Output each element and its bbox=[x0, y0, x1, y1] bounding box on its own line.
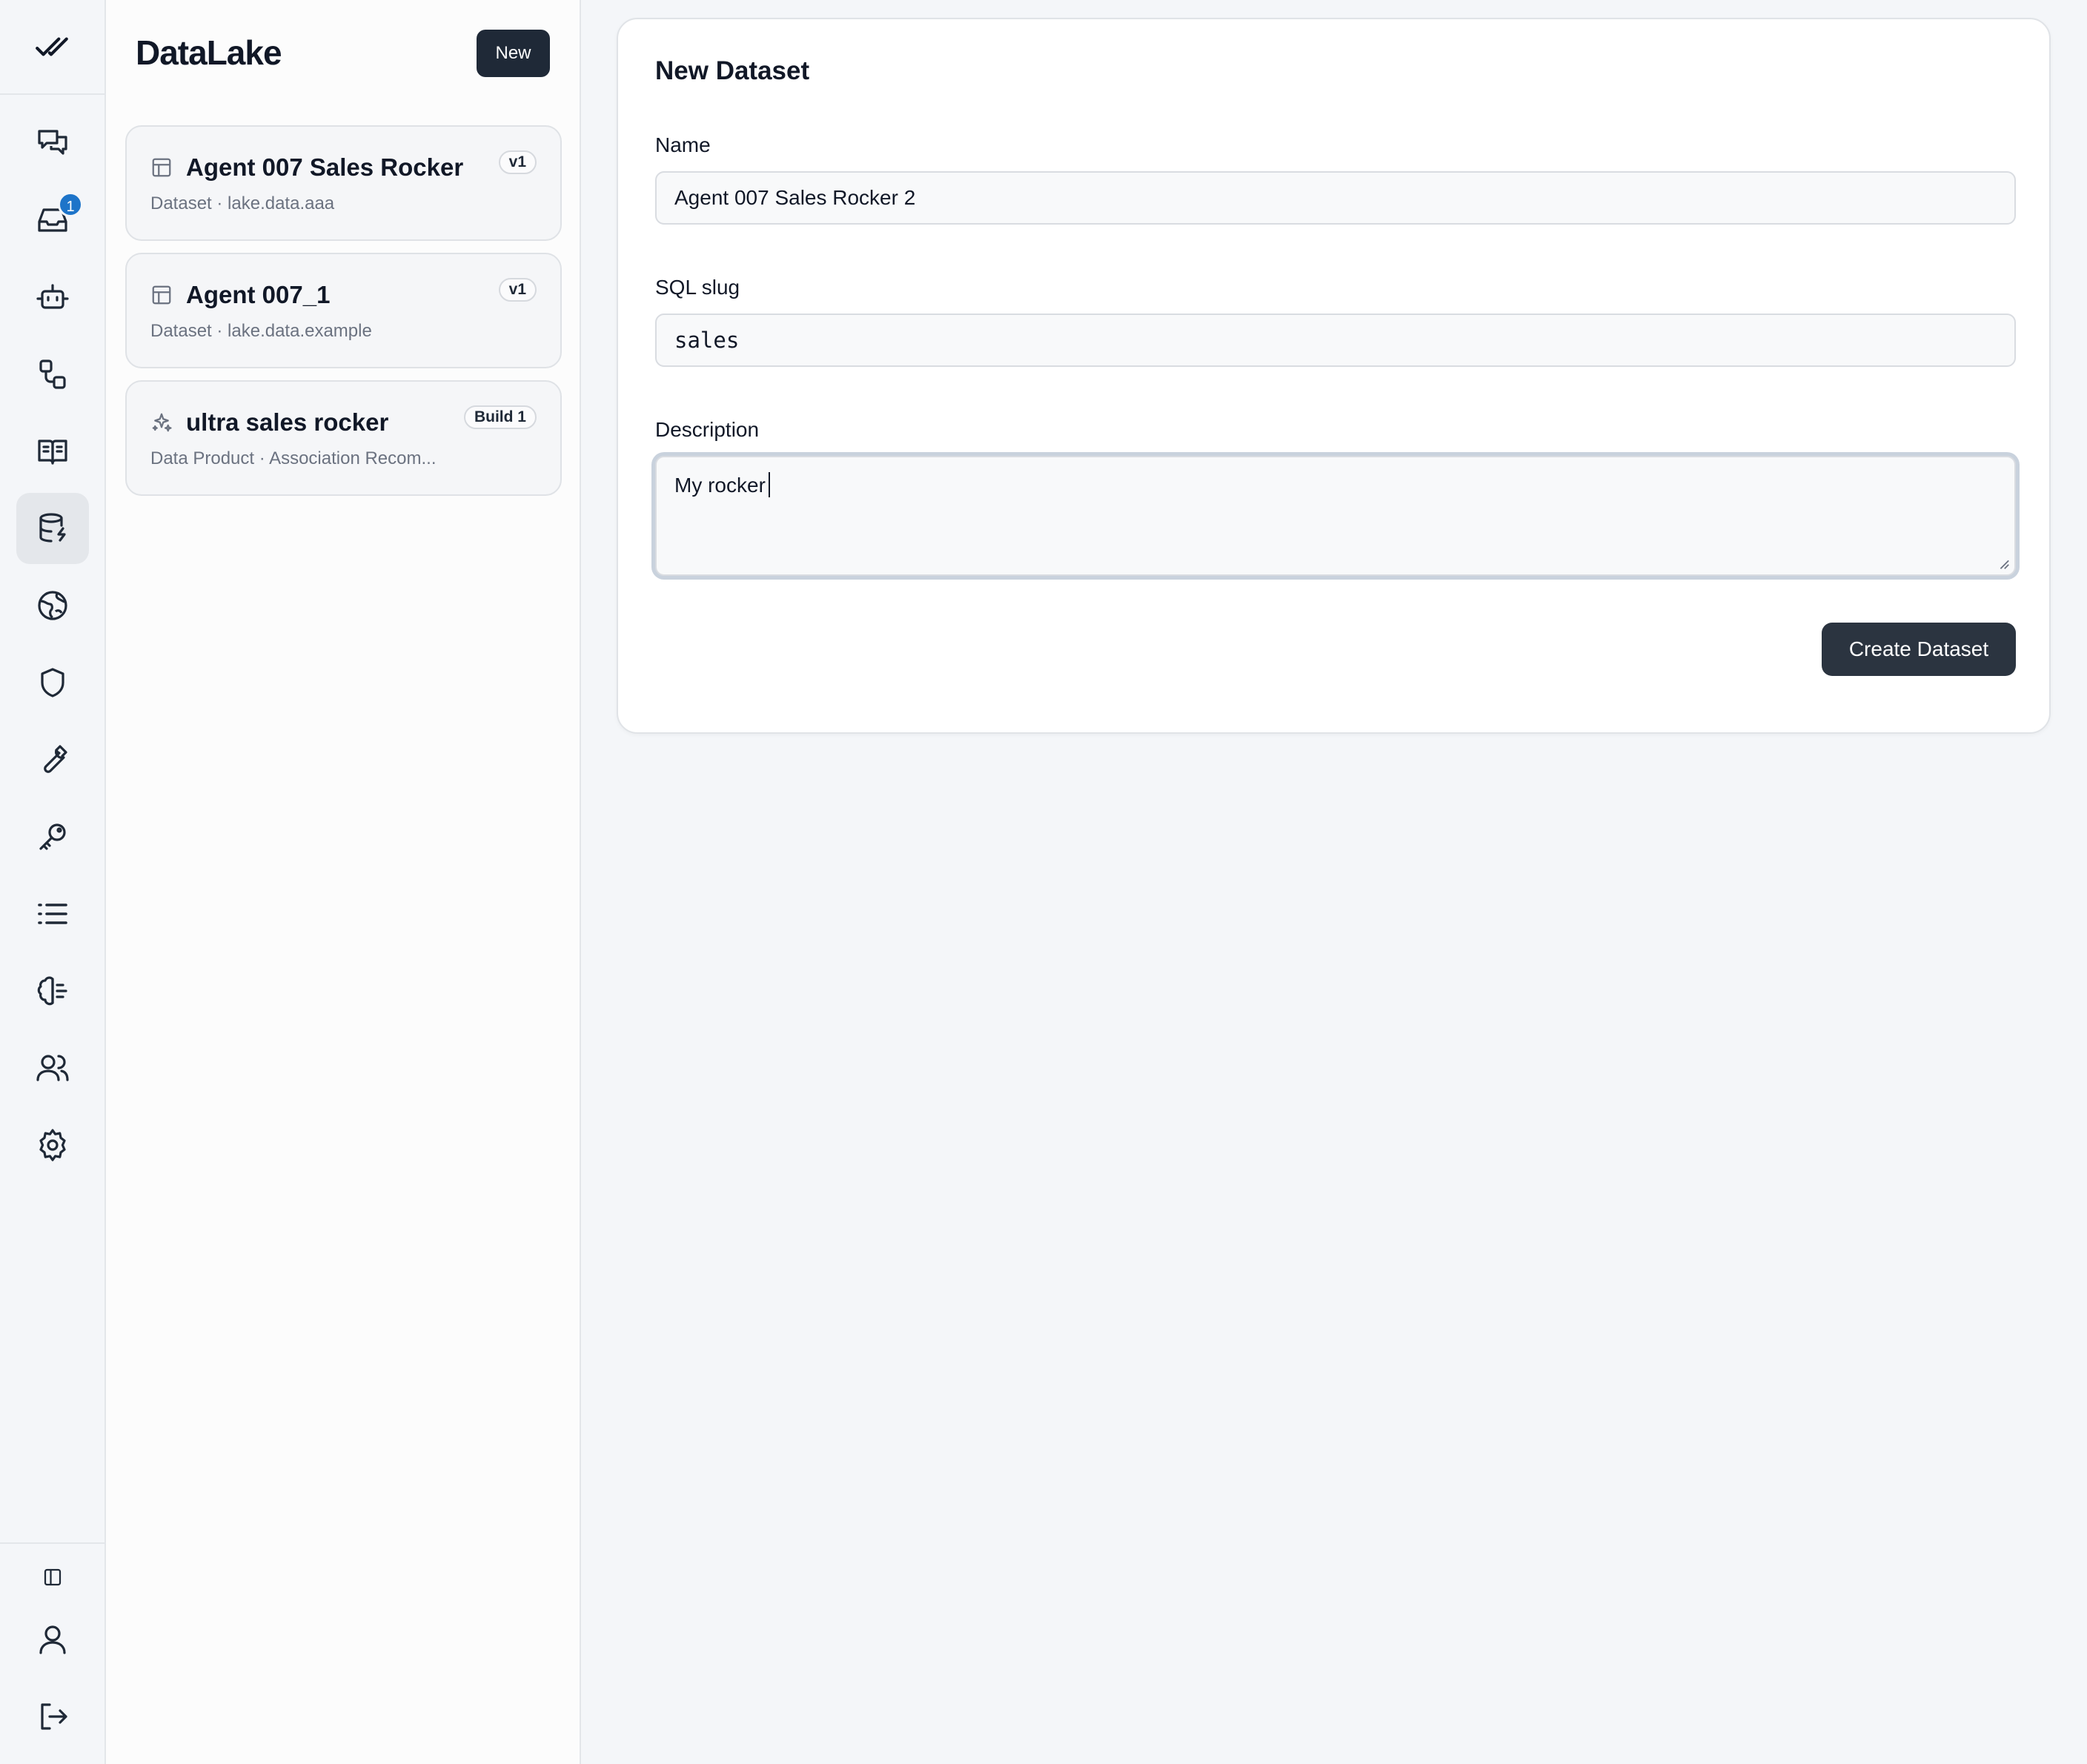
create-dataset-button[interactable]: Create Dataset bbox=[1822, 623, 2016, 676]
list-item-subtitle: Data Product · Association Recom... bbox=[150, 448, 437, 468]
list-item[interactable]: Agent 007_1 Dataset · lake.data.example … bbox=[125, 253, 562, 368]
icon-rail: 1 bbox=[0, 0, 106, 1764]
nav-users[interactable] bbox=[16, 1032, 89, 1104]
nav-docs[interactable] bbox=[16, 416, 89, 487]
brain-icon bbox=[37, 976, 67, 1006]
logout-icon bbox=[41, 1703, 67, 1730]
nav-intelligence[interactable] bbox=[16, 955, 89, 1027]
double-check-icon bbox=[35, 37, 68, 56]
nav-globe[interactable] bbox=[16, 570, 89, 641]
name-field[interactable]: Agent 007 Sales Rocker 2 bbox=[655, 171, 2016, 225]
table-icon bbox=[152, 158, 171, 177]
sparkles-icon bbox=[152, 413, 172, 432]
chat-icon bbox=[38, 130, 67, 155]
nav-security[interactable] bbox=[16, 647, 89, 718]
datalake-sidebar: DataLake New Agent 007 Sales Rocker Data… bbox=[106, 0, 581, 1764]
nav-datalake[interactable] bbox=[16, 493, 89, 564]
form-title: New Dataset bbox=[655, 56, 810, 85]
nav-inbox[interactable]: 1 bbox=[16, 185, 89, 256]
nav-tools[interactable] bbox=[16, 724, 89, 795]
workflow-icon bbox=[39, 359, 66, 389]
nav-agents[interactable] bbox=[16, 262, 89, 333]
description-label: Description bbox=[655, 418, 760, 441]
gear-icon bbox=[39, 1129, 66, 1161]
sql-slug-label: SQL slug bbox=[655, 276, 740, 299]
inbox-badge: 1 bbox=[58, 192, 83, 217]
resize-handle-icon[interactable] bbox=[1997, 557, 2010, 570]
wrench-icon bbox=[44, 745, 67, 773]
list-item-title: ultra sales rocker bbox=[186, 408, 389, 436]
globe-icon bbox=[38, 591, 67, 620]
list-icon bbox=[38, 903, 67, 924]
key-icon bbox=[39, 823, 66, 850]
name-field-value: Agent 007 Sales Rocker 2 bbox=[674, 186, 916, 209]
app-logo[interactable] bbox=[0, 0, 104, 95]
book-icon bbox=[38, 440, 67, 465]
new-button[interactable]: New bbox=[477, 30, 550, 77]
description-value: My rocker bbox=[674, 474, 766, 497]
sql-slug-value: sales bbox=[674, 328, 740, 353]
nav-chat[interactable] bbox=[16, 107, 89, 179]
table-icon bbox=[152, 285, 171, 305]
list-item-title: Agent 007 Sales Rocker bbox=[186, 153, 464, 181]
description-field[interactable]: My rocker bbox=[655, 456, 2016, 576]
list-item[interactable]: ultra sales rocker Data Product · Associ… bbox=[125, 380, 562, 496]
version-badge: v1 bbox=[498, 150, 537, 174]
nav-workflows[interactable] bbox=[16, 339, 89, 410]
nav-keys[interactable] bbox=[16, 801, 89, 872]
name-label: Name bbox=[655, 133, 711, 156]
users-icon bbox=[36, 1055, 69, 1081]
text-caret bbox=[768, 472, 770, 497]
list-item-subtitle: Dataset · lake.data.example bbox=[150, 321, 372, 341]
list-item-title: Agent 007_1 bbox=[186, 281, 331, 308]
sql-slug-field[interactable]: sales bbox=[655, 314, 2016, 367]
toggle-sidebar-button[interactable] bbox=[16, 1542, 89, 1613]
profile-button[interactable] bbox=[16, 1604, 89, 1675]
nav-list[interactable] bbox=[16, 878, 89, 949]
sidebar-toggle-icon bbox=[44, 1568, 62, 1586]
list-item[interactable]: Agent 007 Sales Rocker Dataset · lake.da… bbox=[125, 125, 562, 241]
new-dataset-panel: New Dataset Name Agent 007 Sales Rocker … bbox=[617, 18, 2051, 734]
logout-button[interactable] bbox=[16, 1681, 89, 1752]
nav-settings[interactable] bbox=[16, 1110, 89, 1181]
bot-icon bbox=[36, 284, 69, 309]
shield-icon bbox=[41, 668, 64, 697]
list-item-subtitle: Dataset · lake.data.aaa bbox=[150, 193, 335, 213]
sidebar-title: DataLake bbox=[136, 33, 282, 72]
build-badge: Build 1 bbox=[463, 405, 537, 429]
version-badge: v1 bbox=[498, 278, 537, 302]
database-icon bbox=[39, 513, 66, 543]
user-icon bbox=[39, 1625, 66, 1654]
